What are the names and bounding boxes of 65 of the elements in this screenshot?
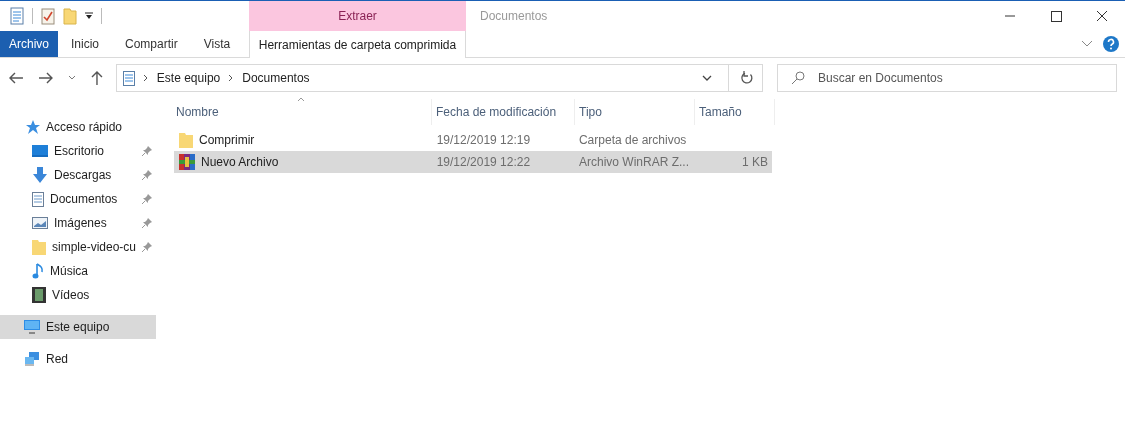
modified-date: 19/12/2019 12:22 bbox=[436, 155, 531, 169]
sidebar-item[interactable]: Acceso rápido bbox=[0, 115, 156, 139]
forward-icon[interactable] bbox=[37, 71, 54, 85]
chevron-right-icon bbox=[142, 74, 149, 82]
ribbon-tab[interactable]: Inicio bbox=[58, 31, 113, 57]
context-tab-group: Extraer bbox=[249, 1, 466, 31]
back-icon[interactable] bbox=[8, 71, 24, 85]
document-icon bbox=[32, 191, 44, 207]
document-icon bbox=[122, 70, 135, 86]
refresh-icon[interactable] bbox=[740, 71, 754, 85]
sidebar-item[interactable]: Este equipo bbox=[0, 315, 156, 339]
file-size: 1 KB bbox=[742, 155, 768, 169]
search-field[interactable]: Buscar en Documentos bbox=[777, 64, 1117, 92]
ribbon-tab[interactable]: Archivo bbox=[0, 31, 58, 57]
pin-icon[interactable] bbox=[142, 218, 152, 228]
star-icon bbox=[24, 119, 40, 135]
image-icon bbox=[32, 217, 48, 229]
file-row[interactable]: Nuevo Archivo 19/12/2019 12:22 Archivo WinRAR Z... 1 KB bbox=[174, 151, 772, 173]
folder-icon bbox=[179, 132, 193, 148]
address-bar[interactable]: Este equipo Documentos bbox=[115, 64, 763, 92]
search-icon bbox=[791, 71, 805, 85]
folder-icon bbox=[32, 239, 46, 255]
music-note-icon bbox=[32, 263, 44, 279]
sidebar-item[interactable]: Escritorio bbox=[0, 139, 156, 163]
sidebar-item[interactable]: Documentos bbox=[0, 187, 156, 211]
column-header[interactable]: Tipo bbox=[575, 99, 695, 125]
network-icon bbox=[24, 352, 40, 366]
sidebar-item[interactable]: Música bbox=[0, 259, 156, 283]
checklist-icon[interactable] bbox=[41, 7, 55, 25]
file-row[interactable]: Comprimir 19/12/2019 12:19 Carpeta de archivos bbox=[174, 129, 772, 151]
file-name: Comprimir bbox=[199, 133, 255, 147]
sidebar-item[interactable]: Red bbox=[0, 347, 156, 371]
ribbon-tab[interactable]: Herramientas de carpeta comprimida bbox=[249, 31, 466, 58]
file-name: Nuevo Archivo bbox=[201, 155, 279, 169]
column-header[interactable]: Nombre bbox=[174, 99, 432, 125]
up-icon[interactable] bbox=[89, 70, 104, 86]
download-icon bbox=[32, 167, 48, 183]
dropdown-icon[interactable] bbox=[85, 12, 93, 20]
column-header[interactable]: Fecha de modificación bbox=[432, 99, 575, 125]
recent-dropdown-icon[interactable] bbox=[67, 75, 76, 81]
breadcrumb[interactable]: Documentos bbox=[242, 71, 310, 85]
help-icon[interactable] bbox=[1103, 36, 1119, 52]
sidebar-item[interactable]: simple-video-cu bbox=[0, 235, 156, 259]
chevron-down-icon[interactable] bbox=[702, 75, 712, 81]
sidebar-item[interactable]: Imágenes bbox=[0, 211, 156, 235]
desktop-icon bbox=[32, 145, 48, 157]
computer-icon bbox=[24, 320, 40, 334]
breadcrumb[interactable]: Este equipo bbox=[156, 71, 221, 85]
column-header[interactable]: Tamaño bbox=[695, 99, 775, 125]
pin-icon[interactable] bbox=[142, 146, 152, 156]
file-type: Archivo WinRAR Z... bbox=[578, 155, 689, 169]
file-type: Carpeta de archivos bbox=[578, 133, 687, 147]
modified-date: 19/12/2019 12:19 bbox=[436, 133, 531, 147]
ribbon-tab[interactable]: Compartir bbox=[112, 31, 191, 57]
sidebar-item[interactable]: Descargas bbox=[0, 163, 156, 187]
archive-icon bbox=[179, 154, 195, 170]
pin-icon[interactable] bbox=[142, 170, 152, 180]
ribbon-tab[interactable]: Vista bbox=[190, 31, 244, 57]
chevron-right-icon bbox=[228, 74, 235, 82]
sort-indicator-icon bbox=[297, 97, 305, 102]
window-title: Documentos bbox=[480, 9, 548, 23]
pin-icon[interactable] bbox=[142, 194, 152, 204]
film-icon bbox=[32, 287, 46, 303]
sidebar-item[interactable]: Vídeos bbox=[0, 283, 156, 307]
pin-icon[interactable] bbox=[142, 242, 152, 252]
